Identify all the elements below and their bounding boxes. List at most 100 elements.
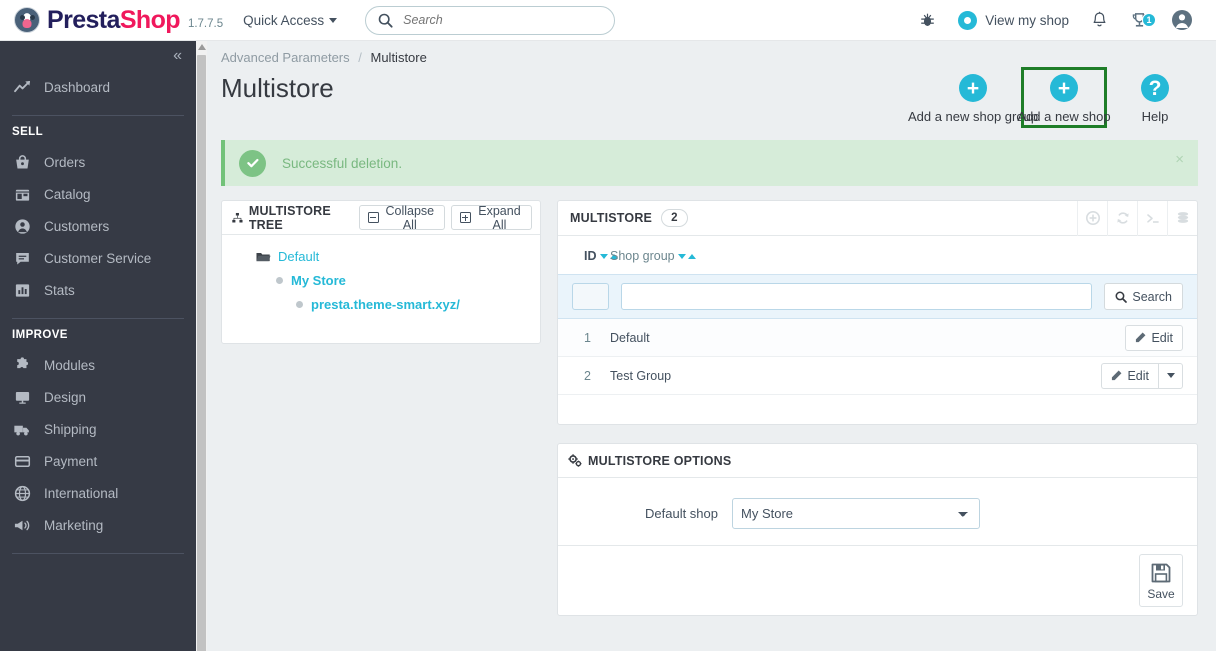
table-row[interactable]: 1 Default Edit: [558, 319, 1197, 357]
database-icon[interactable]: [1167, 200, 1197, 236]
left-column: MULTISTORE TREE Collapse All Expand All: [221, 200, 541, 344]
bell-icon: [1093, 11, 1106, 27]
tree-node-label[interactable]: My Store: [291, 273, 346, 288]
sort-desc-icon[interactable]: [599, 253, 608, 259]
grid-column-headers: ID Shop group: [558, 236, 1197, 274]
options-panel-header: MULTISTORE OPTIONS: [558, 444, 1197, 478]
filter-shop-group-input[interactable]: [621, 283, 1093, 310]
add-new-shop-button[interactable]: + Add a new shop: [1017, 67, 1111, 128]
breadcrumb: Advanced Parameters / Multistore: [207, 41, 1216, 65]
collapse-sidebar-button[interactable]: «: [173, 48, 182, 64]
eye-icon: [958, 10, 978, 30]
sidebar-item-shipping[interactable]: Shipping: [0, 413, 196, 445]
default-shop-select[interactable]: My Store: [732, 498, 980, 529]
brand-logo[interactable]: PrestaShop 1.7.7.5: [0, 6, 223, 35]
save-label: Save: [1147, 587, 1175, 601]
account-menu-button[interactable]: [1160, 9, 1204, 31]
globe-icon: [12, 483, 32, 503]
collapse-all-button[interactable]: Collapse All: [358, 204, 445, 232]
plus-circle-icon: +: [959, 74, 987, 102]
expand-all-button[interactable]: Expand All: [450, 204, 532, 232]
grid-count-badge: 2: [661, 209, 688, 227]
search-icon: [1115, 291, 1128, 303]
tree-body: Default My Store presta.theme-smart.xyz/: [222, 235, 540, 343]
view-my-shop-link[interactable]: View my shop: [947, 10, 1080, 30]
action-label: Add a new shop: [1017, 109, 1111, 124]
page-header-row: Multistore + Add a new shop group + Add …: [207, 65, 1216, 128]
sort-controls: [677, 253, 696, 259]
grid-toolbar: [1077, 200, 1197, 236]
tree-panel-title: MULTISTORE TREE: [248, 203, 331, 232]
sidebar-item-label: Stats: [44, 282, 75, 298]
notifications-button[interactable]: [1080, 11, 1119, 29]
edit-button[interactable]: Edit: [1125, 324, 1183, 351]
bug-icon: [921, 13, 934, 26]
sidebar-item-orders[interactable]: Orders: [0, 146, 196, 178]
alert-message: Successful deletion.: [282, 155, 403, 171]
content-area: Successful deletion. × MULTISTORE TREE C…: [207, 140, 1216, 616]
achievements-button[interactable]: 1: [1119, 11, 1160, 30]
action-label: Help: [1141, 109, 1169, 124]
main-sidebar: « Dashboard SELL Orders Catalog Customer…: [0, 41, 196, 651]
multistore-options-panel: MULTISTORE OPTIONS Default shop My Store: [557, 443, 1198, 616]
sidebar-scrollbar[interactable]: [196, 41, 207, 651]
sort-asc-icon[interactable]: [687, 253, 696, 259]
tree-node-label[interactable]: presta.theme-smart.xyz/: [311, 297, 460, 312]
table-row[interactable]: 2 Test Group Edit: [558, 357, 1197, 395]
global-search[interactable]: [365, 5, 616, 35]
console-icon[interactable]: [1137, 200, 1167, 236]
pencil-icon: [1112, 370, 1122, 381]
search-input[interactable]: [403, 13, 584, 27]
sidebar-item-modules[interactable]: Modules: [0, 349, 196, 381]
help-button[interactable]: ? Help: [1112, 67, 1198, 128]
sidebar-item-stats[interactable]: Stats: [0, 274, 196, 306]
grid-search-button[interactable]: Search: [1104, 283, 1183, 310]
sidebar-item-catalog[interactable]: Catalog: [0, 178, 196, 210]
multistore-tree-panel: MULTISTORE TREE Collapse All Expand All: [221, 200, 541, 344]
debug-mode-button[interactable]: [908, 12, 947, 29]
tree-node-label[interactable]: Default: [278, 249, 319, 264]
brand-name-prefix: Presta: [47, 5, 120, 34]
quick-access-dropdown[interactable]: Quick Access: [243, 13, 338, 28]
scrollbar-thumb[interactable]: [197, 55, 206, 651]
chevron-down-icon: [1166, 373, 1175, 378]
grid-footer: [558, 395, 1197, 424]
tree-node-url[interactable]: presta.theme-smart.xyz/: [232, 297, 530, 312]
sidebar-item-customer-service[interactable]: Customer Service: [0, 242, 196, 274]
refresh-icon[interactable]: [1107, 200, 1137, 236]
filter-id-input[interactable]: [572, 283, 609, 310]
sidebar-item-payment[interactable]: Payment: [0, 445, 196, 477]
sidebar-item-international[interactable]: International: [0, 477, 196, 509]
sidebar-item-dashboard[interactable]: Dashboard: [0, 71, 196, 103]
sidebar-item-design[interactable]: Design: [0, 381, 196, 413]
edit-button[interactable]: Edit: [1101, 362, 1158, 389]
header-right-tools: View my shop 1: [908, 9, 1216, 31]
sidebar-item-label: Modules: [44, 357, 96, 373]
close-icon[interactable]: ×: [1175, 152, 1184, 167]
tree-node-shop[interactable]: My Store: [232, 273, 530, 288]
sidebar-item-marketing[interactable]: Marketing: [0, 509, 196, 541]
scroll-up-arrow-icon[interactable]: [198, 44, 206, 50]
plus-square-icon: [459, 212, 471, 223]
minus-square-icon: [367, 212, 379, 223]
add-icon[interactable]: [1077, 200, 1107, 236]
tree-panel-header: MULTISTORE TREE Collapse All Expand All: [222, 201, 540, 235]
row-actions-dropdown-button[interactable]: [1158, 362, 1183, 389]
sort-desc-icon[interactable]: [677, 253, 686, 259]
breadcrumb-parent[interactable]: Advanced Parameters: [221, 50, 350, 65]
megaphone-icon: [12, 515, 32, 535]
bullet-icon: [276, 277, 283, 284]
save-button[interactable]: Save: [1139, 554, 1183, 607]
tree-node-group[interactable]: Default: [232, 249, 530, 264]
sidebar-item-customers[interactable]: Customers: [0, 210, 196, 242]
sidebar-collapse-row: «: [0, 41, 196, 71]
sidebar-item-label: Shipping: [44, 421, 97, 437]
multistore-grid-panel: MULTISTORE 2 ID Shop group Search 1 Defa…: [557, 200, 1198, 425]
chat-icon: [12, 248, 32, 268]
monitor-icon: [12, 387, 32, 407]
basket-icon: [12, 152, 32, 172]
add-new-shop-group-button[interactable]: + Add a new shop group: [908, 67, 1038, 128]
credit-card-icon: [12, 451, 32, 471]
pencil-icon: [1136, 332, 1146, 343]
breadcrumb-separator: /: [358, 50, 362, 65]
